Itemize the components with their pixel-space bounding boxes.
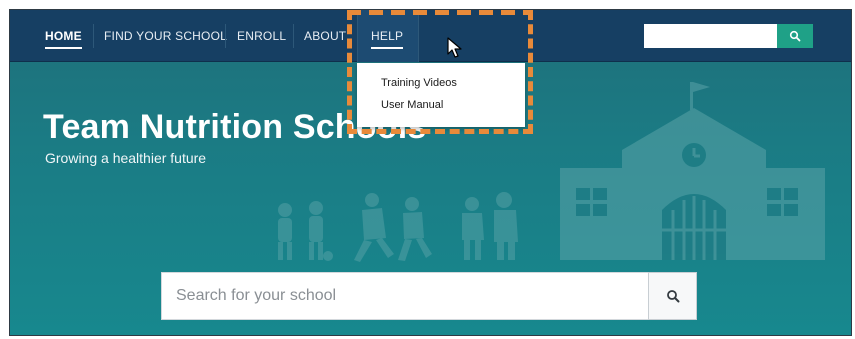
page-frame: HOME FIND YOUR SCHOOL ENROLL ABOUT HELP [9, 9, 852, 336]
mouse-cursor-icon [447, 37, 462, 58]
school-search-input[interactable] [161, 272, 649, 320]
search-icon [666, 290, 679, 303]
hero-subtitle: Growing a healthier future [45, 150, 207, 166]
annotation-highlight-box [347, 10, 533, 134]
school-search-button[interactable] [648, 272, 697, 320]
